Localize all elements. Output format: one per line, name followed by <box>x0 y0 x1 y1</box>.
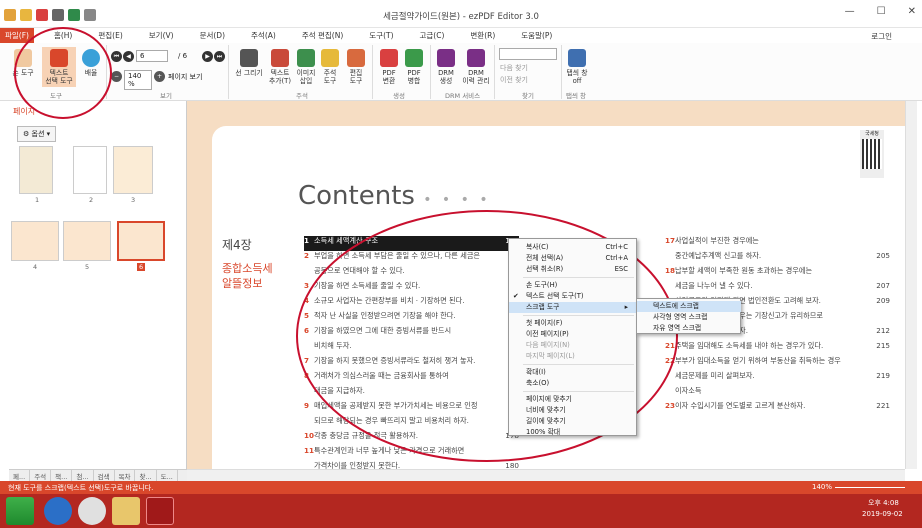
status-bar: 현재 도구를 스크랩(텍스트 선택)도구로 바꿉니다. 140% <box>0 481 922 494</box>
context-menu-separator <box>523 391 634 392</box>
scrap-submenu-item[interactable]: 자유 영역 스크랩 <box>637 323 741 334</box>
context-menu-item-label: 첫 페이지(F) <box>526 319 563 327</box>
context-menu-item[interactable]: 길이에 맞추기 <box>509 416 638 427</box>
context-menu-item[interactable]: 확대(I) <box>509 367 638 378</box>
ie-icon[interactable] <box>44 497 72 525</box>
context-menu-item[interactable]: 너비에 맞추기 <box>509 405 638 416</box>
context-menu-separator <box>523 277 634 278</box>
horizontal-scrollbar[interactable] <box>187 469 905 481</box>
checkmark-icon: ✔ <box>513 292 519 300</box>
context-menu-separator <box>523 364 634 365</box>
context-menu-shortcut: ESC <box>614 265 628 273</box>
context-menu: 복사(C) Ctrl+C 전체 선택(A) Ctrl+A 선택 취소(R) ESC 손 도구… <box>508 238 638 438</box>
context-menu-item[interactable]: 다음 페이지(N) <box>509 340 638 351</box>
context-menu-item[interactable]: 선택 취소(R) ESC <box>509 264 638 275</box>
context-menu-item-label: 축소(O) <box>526 379 550 387</box>
taskbar: 오후 4:08 2019-09-02 <box>0 494 922 528</box>
scrap-submenu-item[interactable]: 사각형 영역 스크랩 <box>637 312 741 323</box>
context-menu-item-label: 스크랩 도구 <box>526 303 560 311</box>
context-menu-item-label: 확대(I) <box>526 368 546 376</box>
context-menu-item[interactable]: 복사(C) Ctrl+C <box>509 242 638 253</box>
scrap-submenu: 텍스트에 스크랩 사각형 영역 스크랩 자유 영역 스크랩 <box>636 298 741 334</box>
clock-time: 오후 4:08 <box>868 499 899 507</box>
context-menu-item[interactable]: 마지막 페이지(L) <box>509 351 638 362</box>
status-text: 현재 도구를 스크랩(텍스트 선택)도구로 바꿉니다. <box>8 484 154 492</box>
context-menu-shortcut: ▸ <box>624 303 628 311</box>
start-icon[interactable] <box>6 497 34 525</box>
context-menu-item-label: 텍스트 선택 도구(T) <box>526 292 584 300</box>
context-menu-item[interactable]: 손 도구(H) <box>509 280 638 291</box>
context-menu-item-label: 손 도구(H) <box>526 281 558 289</box>
context-menu-item[interactable]: 전체 선택(A) Ctrl+A <box>509 253 638 264</box>
chrome-icon[interactable] <box>78 497 106 525</box>
context-menu-item-label: 복사(C) <box>526 243 549 251</box>
status-zoom: 140% <box>812 483 833 491</box>
context-menu-item[interactable]: 축소(O) <box>509 378 638 389</box>
ribbon-annotation-overlay <box>14 27 112 119</box>
context-menu-item[interactable]: 스크랩 도구 ▸ <box>509 302 638 313</box>
scrap-submenu-item[interactable]: 텍스트에 스크랩 <box>637 301 741 312</box>
clock-date: 2019-09-02 <box>862 510 903 518</box>
context-menu-shortcut: Ctrl+A <box>605 254 628 262</box>
context-menu-item[interactable]: ✔ 텍스트 선택 도구(T) <box>509 291 638 302</box>
context-menu-item-label: 다음 페이지(N) <box>526 341 570 349</box>
context-menu-item-label: 길이에 맞추기 <box>526 417 566 425</box>
context-menu-item-label: 전체 선택(A) <box>526 254 564 262</box>
ezpdf-icon[interactable] <box>146 497 174 525</box>
zoom-slider[interactable] <box>835 487 905 488</box>
context-menu-item-label: 마지막 페이지(L) <box>526 352 575 360</box>
context-menu-item-label: 100% 확대 <box>526 428 561 436</box>
context-menu-item-label: 너비에 맞추기 <box>526 406 566 414</box>
context-menu-item-label: 페이지에 맞추기 <box>526 395 572 403</box>
vertical-scrollbar[interactable] <box>905 101 917 469</box>
context-menu-item[interactable]: 이전 페이지(P) <box>509 329 638 340</box>
context-menu-shortcut: Ctrl+C <box>605 243 628 251</box>
ribbon-highlight-ellipse <box>14 27 112 119</box>
context-menu-item[interactable]: 100% 확대 <box>509 427 638 438</box>
explorer-icon[interactable] <box>112 497 140 525</box>
context-menu-item[interactable]: 첫 페이지(F) <box>509 318 638 329</box>
context-menu-separator <box>523 315 634 316</box>
context-menu-item[interactable]: 페이지에 맞추기 <box>509 394 638 405</box>
context-menu-item-label: 선택 취소(R) <box>526 265 564 273</box>
context-menu-item-label: 이전 페이지(P) <box>526 330 569 338</box>
